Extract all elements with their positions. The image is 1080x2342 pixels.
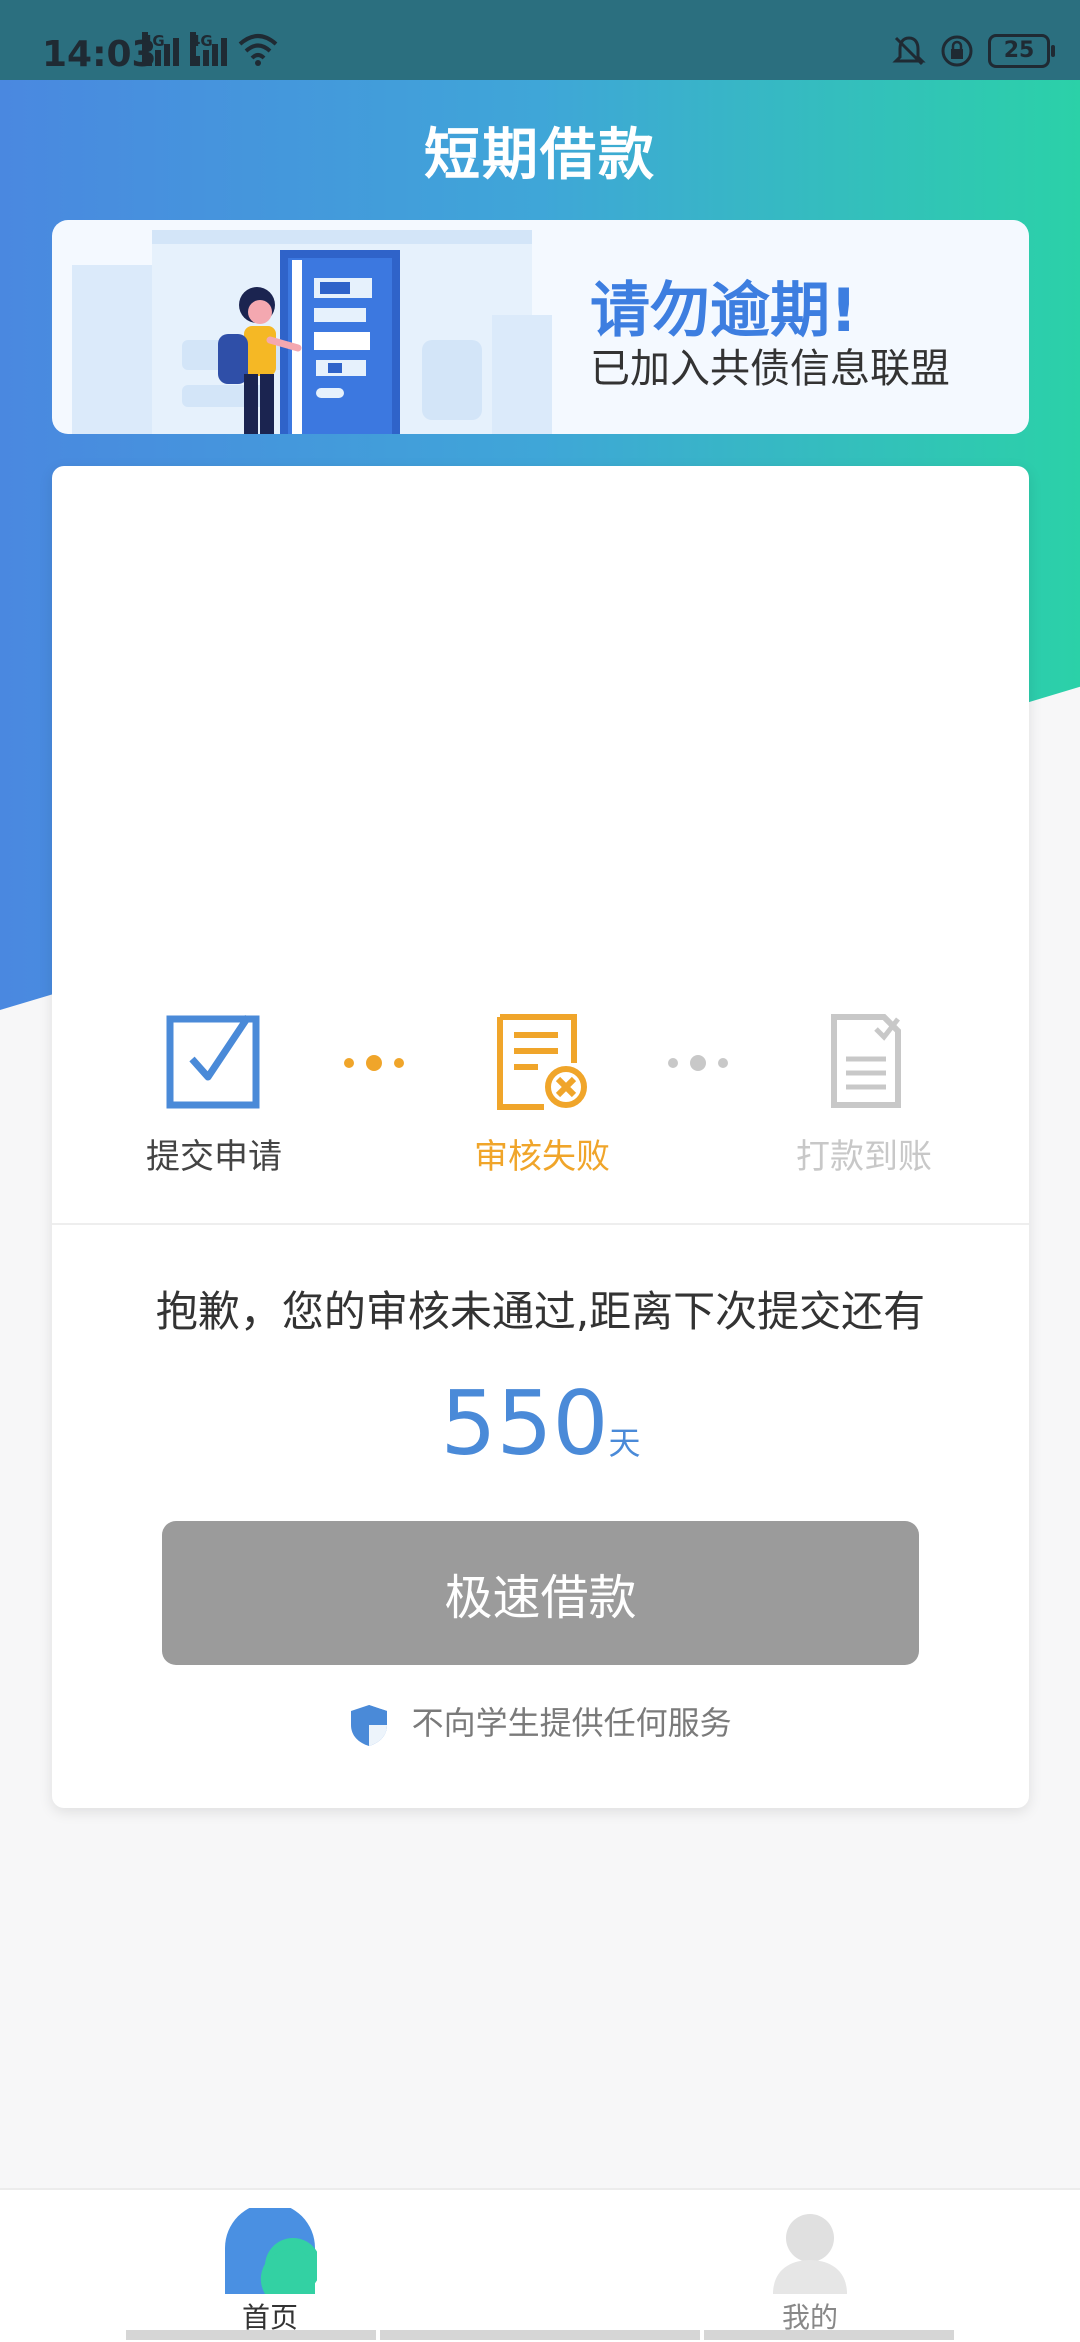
overdue-warning-banner[interactable]: 请勿逾期! 已加入共债信息联盟 xyxy=(52,220,1029,434)
home-icon xyxy=(225,2208,317,2294)
tab-mine[interactable]: 我的 xyxy=(730,2208,890,2336)
step-label-failed: 审核失败 xyxy=(474,1137,610,1177)
status-right-group: 25 xyxy=(892,34,1055,68)
wifi-icon xyxy=(238,34,278,66)
step-connector-dots-1 xyxy=(344,1055,404,1071)
banner-subtitle: 已加入共债信息联盟 xyxy=(590,346,950,392)
days-unit-label: 天 xyxy=(608,1424,641,1462)
step-submit-application: 提交申请 xyxy=(104,1011,324,1178)
gesture-bar-segment-3 xyxy=(704,2330,954,2340)
gesture-bar-segment-1 xyxy=(126,2330,376,2340)
document-check-icon xyxy=(831,1014,901,1108)
progress-steps: 提交申请 审核失败 打款到账 xyxy=(52,1011,1029,1191)
document-reject-icon xyxy=(497,1014,587,1110)
step-payment-received: 打款到账 xyxy=(754,1011,974,1178)
cellular-signal-icon-2: 4G xyxy=(190,32,234,66)
tab-home[interactable]: 首页 xyxy=(190,2208,350,2336)
rotation-lock-icon xyxy=(941,35,973,67)
page-title: 短期借款 xyxy=(424,123,656,188)
step-label-payment: 打款到账 xyxy=(796,1137,932,1177)
quick-loan-button[interactable]: 极速借款 xyxy=(162,1521,919,1665)
countdown-days: 550天 xyxy=(52,1372,1029,1475)
review-result-message: 抱歉，您的审核未通过,距离下次提交还有 xyxy=(155,1287,926,1336)
step-connector-dots-2 xyxy=(668,1055,728,1071)
user-profile-icon xyxy=(773,2214,847,2294)
status-time: 14:03 xyxy=(42,34,157,75)
bottom-tab-bar: 首页 我的 xyxy=(0,2188,1080,2342)
gesture-bar-segment-2 xyxy=(380,2330,700,2340)
step-label-submit: 提交申请 xyxy=(146,1137,282,1177)
loan-status-card: 提交申请 审核失败 打款到账 抱歉，您的审核未通过,距离下次提交还有 550天 … xyxy=(52,466,1029,1808)
bell-muted-icon xyxy=(892,36,926,66)
card-divider xyxy=(52,1223,1029,1225)
student-notice-text: 不向学生提供任何服务 xyxy=(411,1704,732,1742)
student-notice: 不向学生提供任何服务 xyxy=(52,1698,1029,1747)
status-bar: 14:03 4G 4G 25 xyxy=(0,0,1080,80)
days-remaining-value: 550 xyxy=(440,1372,609,1475)
battery-indicator: 25 xyxy=(988,34,1055,68)
banner-illustration xyxy=(72,230,552,434)
check-box-icon xyxy=(166,1015,260,1109)
step-review-failed: 审核失败 xyxy=(432,1011,652,1178)
shield-icon xyxy=(351,1705,388,1746)
cellular-signal-icon: 4G xyxy=(142,32,186,66)
